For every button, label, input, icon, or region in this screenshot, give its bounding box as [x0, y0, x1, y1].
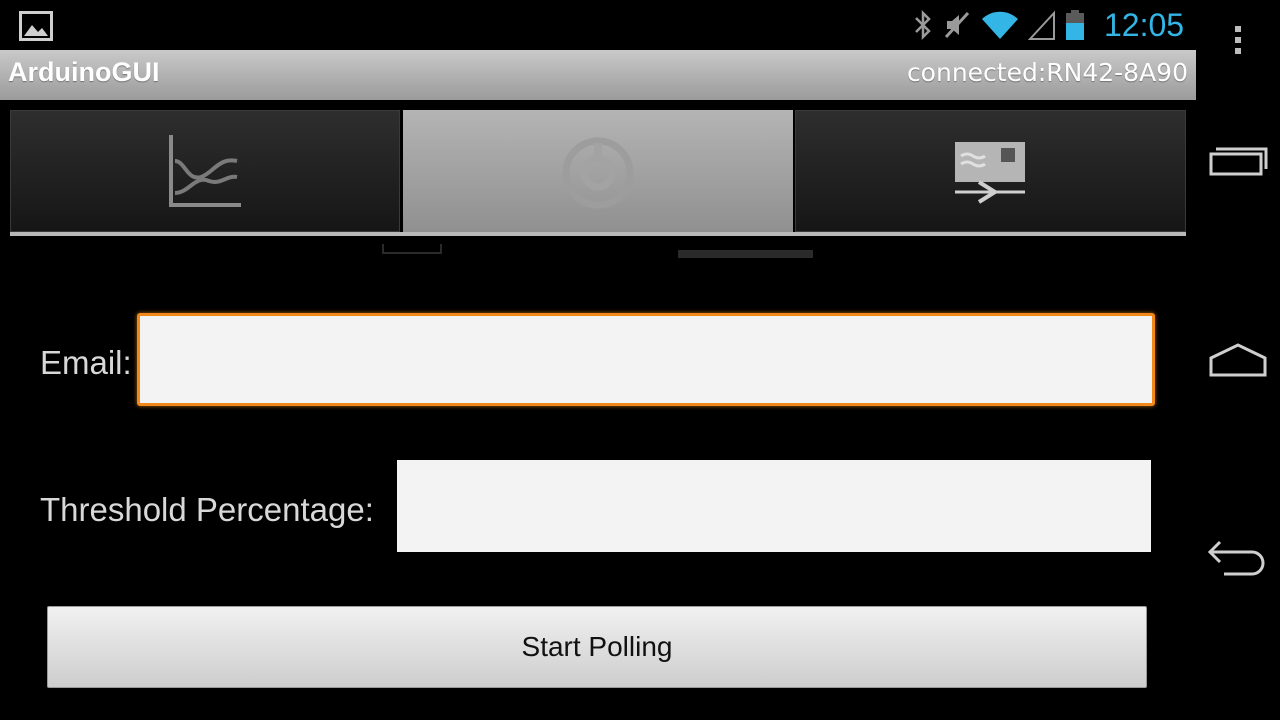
overflow-menu-button[interactable] [1196, 20, 1280, 60]
back-icon [1207, 540, 1265, 576]
graph-icon [169, 135, 241, 207]
status-clock: 12:05 [1104, 7, 1185, 43]
send-data-icon [954, 142, 1025, 204]
tab-settings[interactable] [403, 110, 793, 236]
signal-icon [1028, 10, 1055, 40]
tab-send[interactable] [795, 110, 1186, 232]
tab-indicator [10, 232, 1186, 236]
image-notification-icon [19, 11, 53, 41]
home-button[interactable] [1196, 330, 1280, 390]
threshold-label: Threshold Percentage: [40, 491, 374, 528]
app-title: ArduinoGUI [8, 57, 160, 87]
email-label: Email: [40, 344, 132, 381]
tab-graph[interactable] [10, 110, 400, 232]
settings-dial-icon [562, 137, 634, 209]
action-bar: ArduinoGUI connected:RN42-8A90 [0, 50, 1196, 100]
status-icons [912, 8, 1086, 42]
back-button[interactable] [1196, 528, 1280, 588]
battery-icon [1066, 10, 1084, 40]
wifi-icon [982, 11, 1018, 39]
tab-bar [10, 110, 1186, 236]
status-bar: 12:05 [0, 0, 1196, 50]
recents-button[interactable] [1196, 130, 1280, 190]
recents-icon [1209, 147, 1268, 176]
overflow-menu-icon [1235, 26, 1241, 54]
start-polling-button[interactable]: Start Polling [47, 606, 1147, 688]
divider [382, 244, 442, 254]
email-field[interactable] [137, 313, 1155, 406]
mute-icon [944, 11, 970, 39]
navigation-bar [1196, 0, 1280, 720]
divider [678, 250, 813, 258]
connection-status: connected:RN42-8A90 [906, 58, 1188, 87]
bluetooth-icon [915, 9, 931, 41]
threshold-field[interactable] [397, 460, 1151, 552]
home-icon [1209, 343, 1267, 377]
